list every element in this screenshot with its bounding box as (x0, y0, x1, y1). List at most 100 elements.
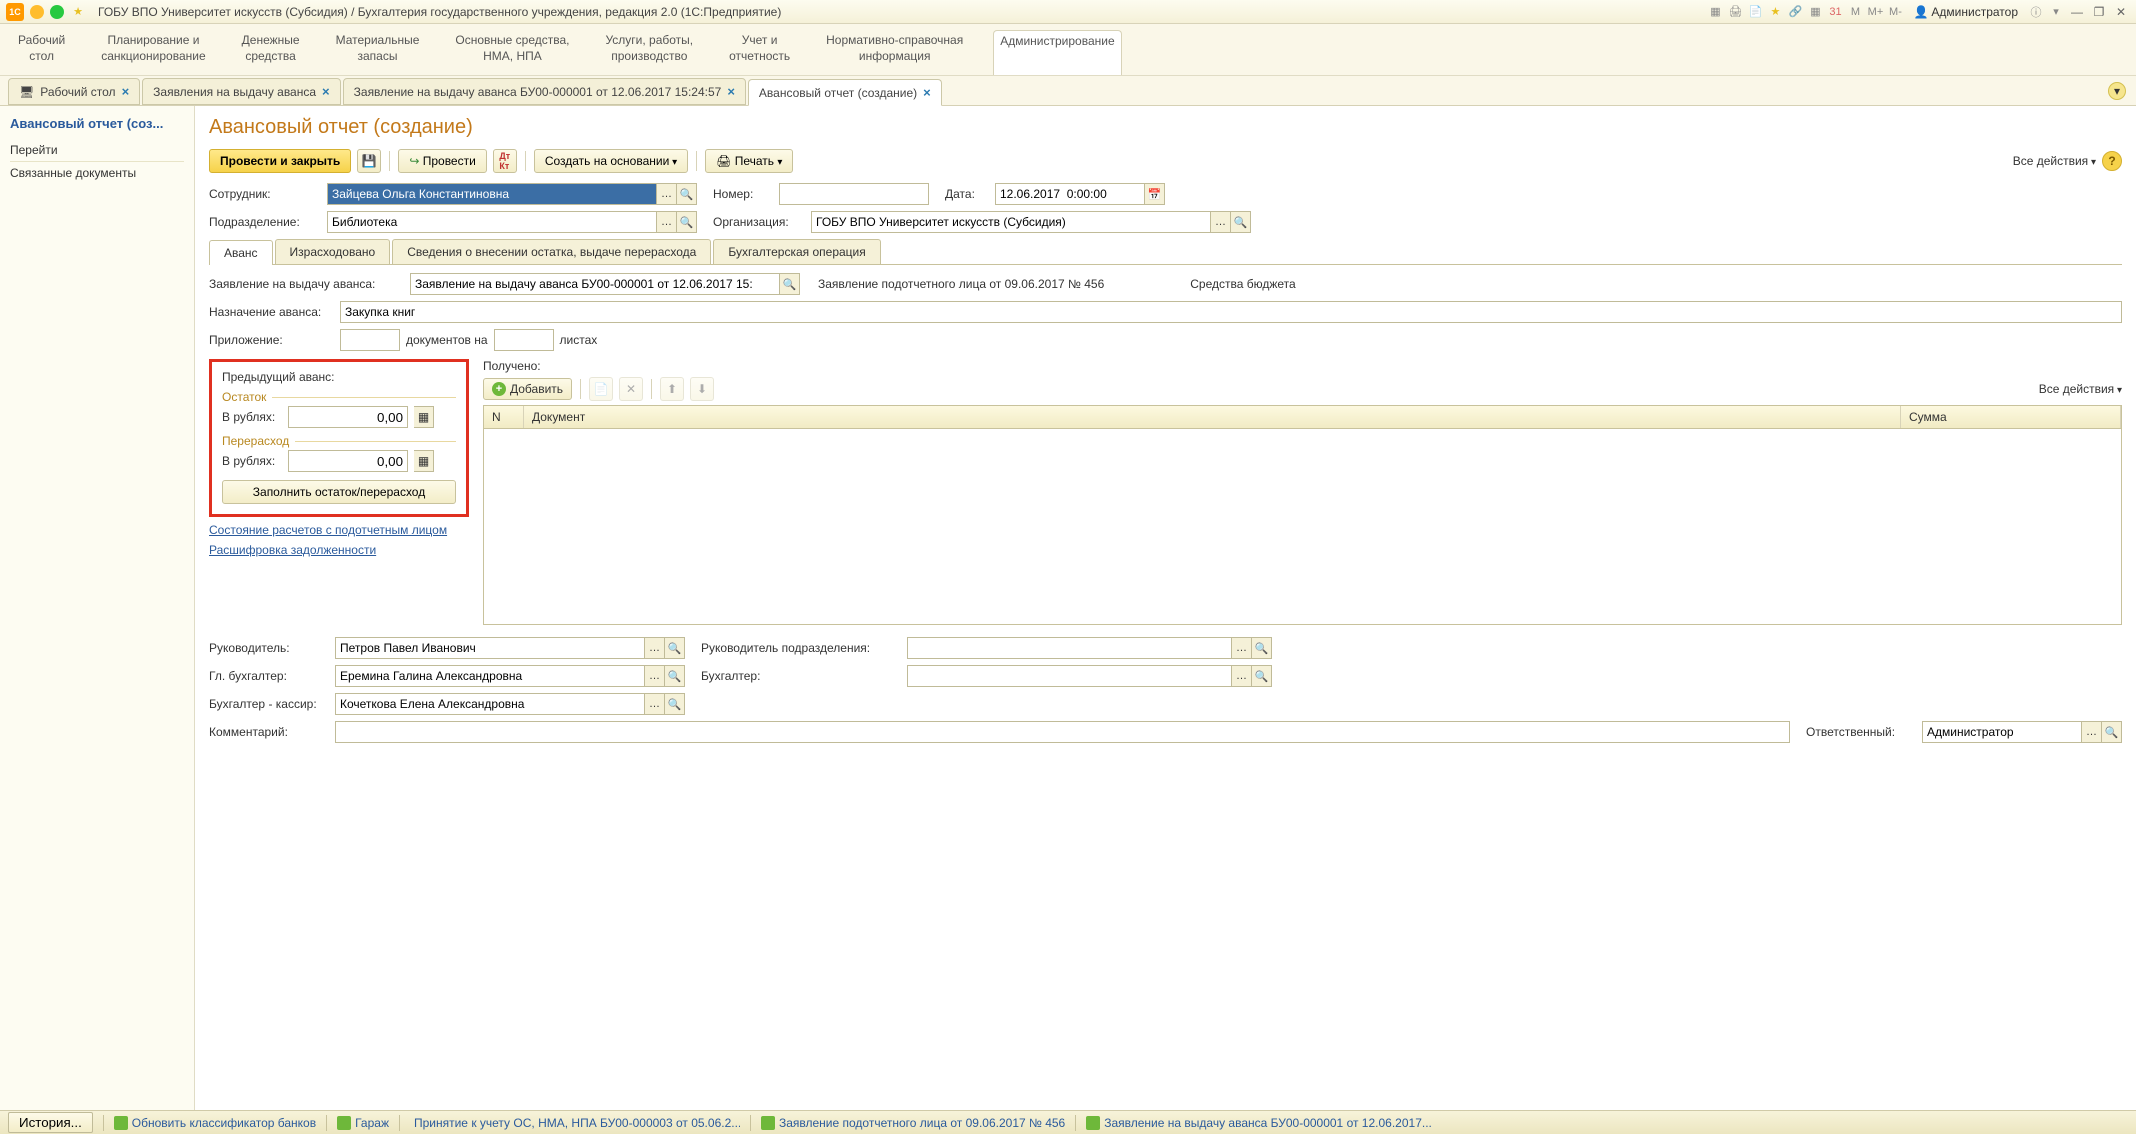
depthead-input[interactable] (907, 637, 1232, 659)
search-icon[interactable]: 🔍 (677, 211, 697, 233)
calculator-icon[interactable]: ▦ (414, 406, 434, 428)
expand-tabs-icon[interactable]: ▾ (2108, 82, 2126, 100)
calendar-icon[interactable]: 31 (1827, 4, 1843, 20)
minimize-button[interactable]: — (2068, 4, 2086, 20)
sys-button[interactable] (30, 5, 44, 19)
org-input[interactable] (811, 211, 1211, 233)
buh-input[interactable] (907, 665, 1232, 687)
number-input[interactable] (779, 183, 929, 205)
cashier-input[interactable] (335, 693, 645, 715)
search-icon[interactable]: 🔍 (665, 693, 685, 715)
delete-icon[interactable]: ✕ (619, 377, 643, 401)
ellipsis-icon[interactable]: … (1232, 665, 1252, 687)
close-tab-icon[interactable]: × (322, 84, 330, 99)
menu-planning[interactable]: Планирование и санкционирование (95, 30, 211, 75)
link-icon[interactable]: 🔗 (1787, 4, 1803, 20)
ellipsis-icon[interactable]: … (645, 693, 665, 715)
tab-request-doc[interactable]: Заявление на выдачу аванса БУ00-000001 о… (343, 78, 746, 105)
ellipsis-icon[interactable]: … (1211, 211, 1231, 233)
search-icon[interactable]: 🔍 (665, 665, 685, 687)
info-icon[interactable]: ⓘ (2028, 4, 2044, 20)
create-based-button[interactable]: Создать на основании (534, 149, 688, 173)
menu-materials[interactable]: Материальные запасы (330, 30, 426, 75)
search-icon[interactable]: 🔍 (1231, 211, 1251, 233)
ellipsis-icon[interactable]: … (645, 637, 665, 659)
close-tab-icon[interactable]: × (727, 84, 735, 99)
comment-input[interactable] (335, 721, 1790, 743)
purpose-input[interactable] (340, 301, 2122, 323)
received-grid[interactable]: N Документ Сумма (483, 405, 2122, 625)
tab-spent[interactable]: Израсходовано (275, 239, 391, 264)
ellipsis-icon[interactable]: … (645, 665, 665, 687)
search-icon[interactable]: 🔍 (780, 273, 800, 295)
menu-reference[interactable]: Нормативно-справочная информация (820, 30, 969, 75)
close-button[interactable]: ✕ (2112, 4, 2130, 20)
save-icon[interactable]: 💾 (357, 149, 381, 173)
menu-desktop[interactable]: Рабочий стол (12, 30, 71, 75)
statusbar-item[interactable]: Принятие к учету ОС, НМА, НПА БУ00-00000… (410, 1116, 740, 1130)
post-button[interactable]: ↪ Провести (398, 149, 487, 173)
grid-icon[interactable]: ▦ (1807, 4, 1823, 20)
help-icon[interactable]: ? (2102, 151, 2122, 171)
statusbar-item[interactable]: Гараж (337, 1116, 389, 1130)
calculator-icon[interactable]: ▦ (414, 450, 434, 472)
close-tab-icon[interactable]: × (122, 84, 130, 99)
search-icon[interactable]: 🔍 (665, 637, 685, 659)
toolbar-icon[interactable]: 🖨 (1727, 4, 1743, 20)
overrun-input[interactable] (288, 450, 408, 472)
date-input[interactable] (995, 183, 1145, 205)
star-icon[interactable]: ★ (70, 4, 86, 20)
all-actions-button[interactable]: Все действия (2013, 154, 2096, 168)
remainder-input[interactable] (288, 406, 408, 428)
search-icon[interactable]: 🔍 (2102, 721, 2122, 743)
search-icon[interactable]: 🔍 (1252, 637, 1272, 659)
copy-icon[interactable]: 📄 (589, 377, 613, 401)
head-input[interactable] (335, 637, 645, 659)
ellipsis-icon[interactable]: … (657, 211, 677, 233)
statusbar-item[interactable]: Заявление подотчетного лица от 09.06.201… (761, 1116, 1065, 1130)
move-down-icon[interactable]: ⬇ (690, 377, 714, 401)
employee-input[interactable] (327, 183, 657, 205)
close-tab-icon[interactable]: × (923, 85, 931, 100)
ellipsis-icon[interactable]: … (1232, 637, 1252, 659)
debt-breakdown-link[interactable]: Расшифровка задолженности (209, 543, 469, 557)
attach-docs-input[interactable] (340, 329, 400, 351)
sidebar-link-related[interactable]: Связанные документы (10, 162, 184, 184)
ellipsis-icon[interactable]: … (657, 183, 677, 205)
post-and-close-button[interactable]: Провести и закрыть (209, 149, 351, 173)
tab-advance-report[interactable]: Авансовый отчет (создание) × (748, 79, 942, 106)
responsible-input[interactable] (1922, 721, 2082, 743)
toolbar-icon[interactable]: 📄 (1747, 4, 1763, 20)
calendar-icon[interactable]: 📅 (1145, 183, 1165, 205)
maximize-button[interactable]: ❐ (2090, 4, 2108, 20)
tab-remainder-info[interactable]: Сведения о внесении остатка, выдаче пере… (392, 239, 711, 264)
menu-assets[interactable]: Основные средства, НМА, НПА (449, 30, 575, 75)
attach-sheets-input[interactable] (494, 329, 554, 351)
memory-mminus[interactable]: M- (1887, 4, 1903, 20)
grid-all-actions[interactable]: Все действия (2039, 382, 2122, 396)
tab-accounting-op[interactable]: Бухгалтерская операция (713, 239, 880, 264)
favorite-icon[interactable]: ★ (1767, 4, 1783, 20)
add-button[interactable]: + Добавить (483, 378, 572, 400)
menu-services[interactable]: Услуги, работы, производство (599, 30, 699, 75)
search-icon[interactable]: 🔍 (677, 183, 697, 205)
glbuh-input[interactable] (335, 665, 645, 687)
tab-desktop[interactable]: 🖥 Рабочий стол × (8, 78, 140, 105)
menu-cash[interactable]: Денежные средства (236, 30, 306, 75)
department-input[interactable] (327, 211, 657, 233)
settlement-state-link[interactable]: Состояние расчетов с подотчетным лицом (209, 523, 469, 537)
tab-requests[interactable]: Заявления на выдачу аванса × (142, 78, 340, 105)
memory-mplus[interactable]: M+ (1867, 4, 1883, 20)
fill-remainder-button[interactable]: Заполнить остаток/перерасход (222, 480, 456, 504)
statusbar-item[interactable]: Обновить классификатор банков (114, 1116, 316, 1130)
menu-admin[interactable]: Администрирование (993, 30, 1121, 75)
dtkr-icon[interactable]: ДтКт (493, 149, 517, 173)
menu-accounting[interactable]: Учет и отчетность (723, 30, 796, 75)
move-up-icon[interactable]: ⬆ (660, 377, 684, 401)
history-button[interactable]: История... (8, 1112, 93, 1133)
ellipsis-icon[interactable]: … (2082, 721, 2102, 743)
toolbar-icon[interactable]: ▦ (1707, 4, 1723, 20)
search-icon[interactable]: 🔍 (1252, 665, 1272, 687)
memory-m[interactable]: M (1847, 4, 1863, 20)
request-input[interactable] (410, 273, 780, 295)
